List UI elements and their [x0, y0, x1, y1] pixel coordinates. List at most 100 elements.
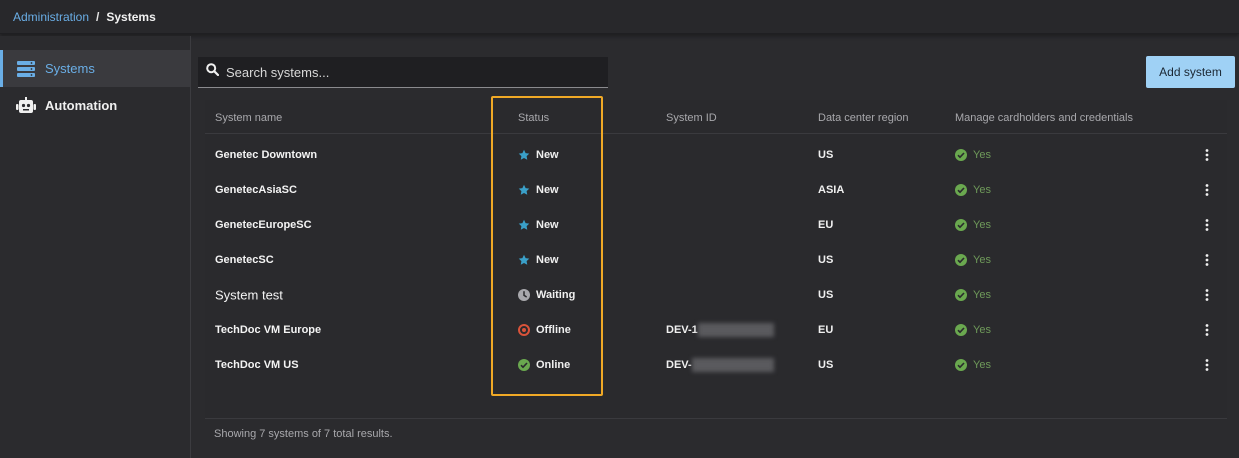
status-badge: New	[518, 219, 559, 231]
region: US	[818, 148, 834, 161]
system-name: GenetecAsiaSC	[215, 183, 297, 196]
status-badge: Waiting	[518, 288, 576, 301]
table-header: System name Status System ID Data center…	[205, 100, 1227, 134]
region: US	[818, 253, 834, 266]
manage-value: Yes	[973, 218, 991, 231]
column-header-status[interactable]: Status	[518, 112, 549, 124]
system-id: DEV-1	[666, 322, 774, 337]
manage-credentials: Yes	[955, 358, 991, 371]
offline-icon	[518, 323, 530, 336]
check-circle-icon	[955, 253, 967, 266]
manage-value: Yes	[973, 323, 991, 336]
more-options-icon[interactable]	[1200, 147, 1214, 163]
manage-value: Yes	[973, 358, 991, 371]
region: US	[818, 358, 834, 371]
star-icon	[518, 219, 530, 231]
column-header-region[interactable]: Data center region	[818, 112, 909, 124]
more-options-icon[interactable]	[1200, 322, 1214, 338]
breadcrumb-current: Systems	[106, 9, 156, 24]
column-header-manage[interactable]: Manage cardholders and credentials	[955, 112, 1133, 124]
status-badge: Online	[518, 358, 571, 371]
system-id-prefix: DEV-	[666, 358, 692, 371]
redacted-id	[697, 322, 774, 337]
manage-value: Yes	[973, 253, 991, 266]
status-label: New	[536, 148, 559, 161]
status-label: Offline	[536, 323, 571, 336]
table-row[interactable]: TechDoc VM Europe Offline DEV-1 EU Yes	[205, 312, 1227, 347]
status-badge: New	[518, 184, 559, 196]
more-options-icon[interactable]	[1200, 357, 1214, 373]
region: EU	[818, 218, 834, 231]
table-row[interactable]: TechDoc VM US Online DEV- US Yes	[205, 347, 1227, 382]
table-row[interactable]: GenetecAsiaSC New ASIA Yes	[205, 172, 1227, 207]
check-circle-icon	[955, 323, 967, 336]
more-options-icon[interactable]	[1200, 252, 1214, 268]
star-icon	[518, 184, 530, 196]
more-options-icon[interactable]	[1200, 182, 1214, 198]
system-name: GenetecSC	[215, 253, 274, 266]
search-box	[198, 57, 608, 88]
table-row[interactable]: Genetec Downtown New US Yes	[205, 137, 1227, 172]
table-row[interactable]: System test Waiting US Yes	[205, 277, 1227, 312]
system-id: DEV-	[666, 357, 774, 372]
results-summary: Showing 7 systems of 7 total results.	[214, 428, 393, 440]
column-header-system-id[interactable]: System ID	[666, 112, 717, 124]
column-header-system-name[interactable]: System name	[215, 112, 282, 124]
manage-value: Yes	[973, 148, 991, 161]
sidebar-item-label: Automation	[45, 98, 118, 113]
sidebar-item-automation[interactable]: Automation	[0, 87, 190, 124]
check-circle-icon	[955, 218, 967, 231]
manage-credentials: Yes	[955, 218, 991, 231]
manage-credentials: Yes	[955, 148, 991, 161]
footer-divider	[205, 418, 1227, 419]
manage-value: Yes	[973, 288, 991, 301]
breadcrumb: Administration / Systems	[0, 0, 1239, 34]
add-system-button[interactable]: Add system	[1146, 56, 1235, 88]
status-badge: New	[518, 149, 559, 161]
check-circle-icon	[955, 358, 967, 371]
check-circle-icon	[955, 148, 967, 161]
status-label: New	[536, 183, 559, 196]
manage-credentials: Yes	[955, 183, 991, 196]
system-name: TechDoc VM Europe	[215, 323, 322, 336]
manage-credentials: Yes	[955, 323, 991, 336]
check-circle-icon	[955, 183, 967, 196]
region: ASIA	[818, 183, 845, 196]
star-icon	[518, 254, 530, 266]
star-icon	[518, 149, 530, 161]
region: US	[818, 288, 834, 301]
status-label: New	[536, 253, 559, 266]
check-circle-icon	[955, 288, 967, 301]
system-name: Genetec Downtown	[215, 148, 318, 161]
sidebar-item-systems[interactable]: Systems	[0, 50, 190, 87]
check-circle-icon	[518, 358, 530, 371]
systems-table: System name Status System ID Data center…	[205, 100, 1227, 418]
manage-value: Yes	[973, 183, 991, 196]
server-stack-icon	[16, 59, 36, 79]
status-badge: Offline	[518, 323, 571, 336]
manage-credentials: Yes	[955, 253, 991, 266]
system-name: TechDoc VM US	[215, 358, 299, 371]
status-label: New	[536, 218, 559, 231]
sidebar: Systems Automation	[0, 36, 191, 458]
search-icon	[206, 63, 220, 81]
more-options-icon[interactable]	[1200, 217, 1214, 233]
status-badge: New	[518, 254, 559, 266]
status-label: Online	[536, 358, 571, 371]
system-name: System test	[215, 287, 283, 302]
redacted-id	[691, 357, 774, 372]
status-label: Waiting	[536, 288, 576, 301]
breadcrumb-administration-link[interactable]: Administration	[13, 10, 89, 24]
region: EU	[818, 323, 834, 336]
table-row[interactable]: GenetecSC New US Yes	[205, 242, 1227, 277]
more-options-icon[interactable]	[1200, 287, 1214, 303]
table-row[interactable]: GenetecEuropeSC New EU Yes	[205, 207, 1227, 242]
system-name: GenetecEuropeSC	[215, 218, 312, 231]
search-input[interactable]	[219, 57, 608, 87]
clock-icon	[518, 288, 530, 301]
sidebar-item-label: Systems	[45, 61, 95, 76]
system-id-prefix: DEV-1	[666, 323, 698, 336]
breadcrumb-separator: /	[96, 9, 100, 24]
robot-icon	[16, 96, 36, 116]
manage-credentials: Yes	[955, 288, 991, 301]
